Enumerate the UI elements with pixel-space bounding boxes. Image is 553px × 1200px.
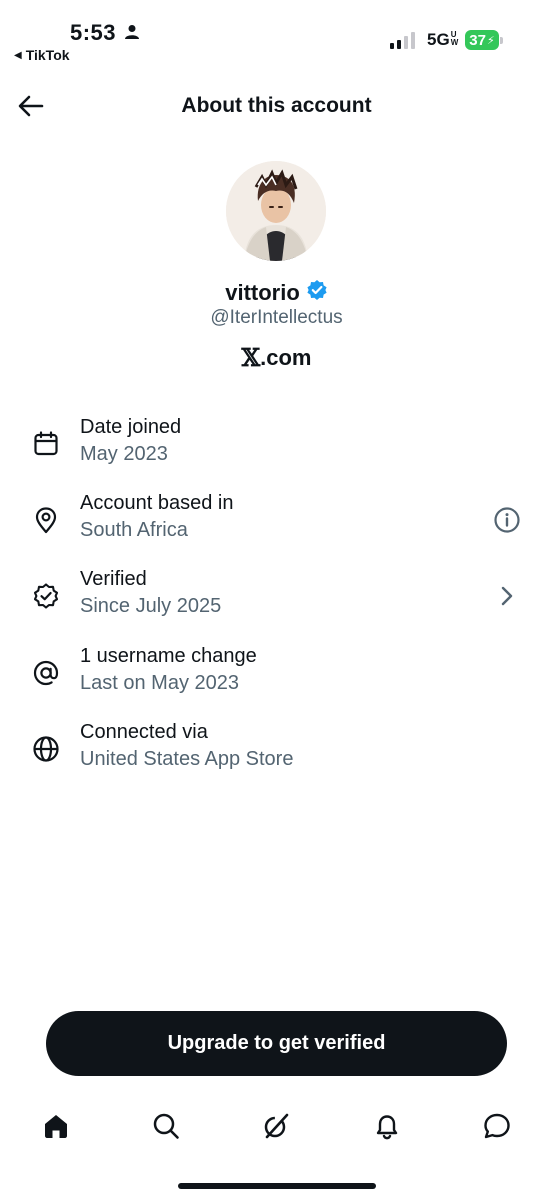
- info-row-verified[interactable]: Verified Since July 2025: [0, 568, 553, 628]
- at-sign-icon: [32, 659, 60, 687]
- verified-badge-outline-icon: [32, 582, 60, 610]
- network-label: 5G: [427, 30, 450, 49]
- battery-level: 37: [469, 31, 486, 49]
- info-label: Account based in: [80, 492, 234, 514]
- network-indicator: 5G U W: [427, 30, 458, 50]
- calendar-icon: [32, 430, 60, 458]
- info-value: South Africa: [80, 519, 188, 541]
- verified-badge-icon: [306, 279, 328, 306]
- info-label: Verified: [80, 568, 147, 590]
- tab-grok[interactable]: [258, 1108, 294, 1144]
- search-icon: [153, 1113, 179, 1139]
- info-label: 1 username change: [80, 645, 257, 667]
- info-value: United States App Store: [80, 748, 294, 770]
- page-title: About this account: [181, 94, 372, 117]
- location-pin-icon: [32, 506, 60, 534]
- tab-home[interactable]: [38, 1108, 74, 1144]
- profile-handle: @IterIntellectus: [210, 307, 343, 328]
- home-icon: [45, 1115, 67, 1138]
- back-triangle-icon: ◀: [14, 49, 22, 61]
- profile-name-row: vittorio: [0, 279, 553, 306]
- grok-icon: [264, 1113, 289, 1139]
- cellular-signal-icon: [390, 32, 415, 49]
- info-icon[interactable]: [493, 506, 521, 534]
- tab-notifications[interactable]: [369, 1108, 405, 1144]
- info-value: May 2023: [80, 443, 168, 465]
- chevron-right-icon[interactable]: [493, 582, 521, 610]
- info-row-connected-via: Connected via United States App Store: [0, 721, 553, 781]
- battery-icon: 37 ⚡: [465, 30, 503, 50]
- avatar[interactable]: [226, 161, 326, 261]
- tab-search[interactable]: [148, 1108, 184, 1144]
- messages-icon: [484, 1113, 510, 1139]
- info-label: Connected via: [80, 721, 208, 743]
- tab-messages[interactable]: [479, 1108, 515, 1144]
- back-to-app-link[interactable]: ◀ TikTok: [14, 47, 70, 63]
- info-label: Date joined: [80, 416, 182, 438]
- info-row-username-change: 1 username change Last on May 2023: [0, 645, 553, 705]
- info-value: Since July 2025: [80, 595, 222, 617]
- person-icon: [124, 24, 140, 45]
- info-value: Last on May 2023: [80, 672, 239, 694]
- bell-icon: [376, 1115, 398, 1140]
- x-logo-icon: 𝕏: [241, 343, 261, 372]
- status-time: 5:53: [70, 20, 117, 45]
- info-row-account-based-in: Account based in South Africa: [0, 492, 553, 552]
- network-sub-bottom: W: [450, 38, 459, 47]
- back-app-label: TikTok: [25, 47, 70, 63]
- globe-icon: [32, 735, 60, 763]
- info-row-date-joined: Date joined May 2023: [0, 416, 553, 476]
- profile-site: 𝕏 .com: [0, 343, 553, 372]
- profile-name: vittorio: [225, 279, 300, 305]
- upgrade-verified-button[interactable]: Upgrade to get verified: [46, 1011, 507, 1076]
- home-indicator: [178, 1183, 376, 1189]
- site-suffix: .com: [260, 344, 312, 370]
